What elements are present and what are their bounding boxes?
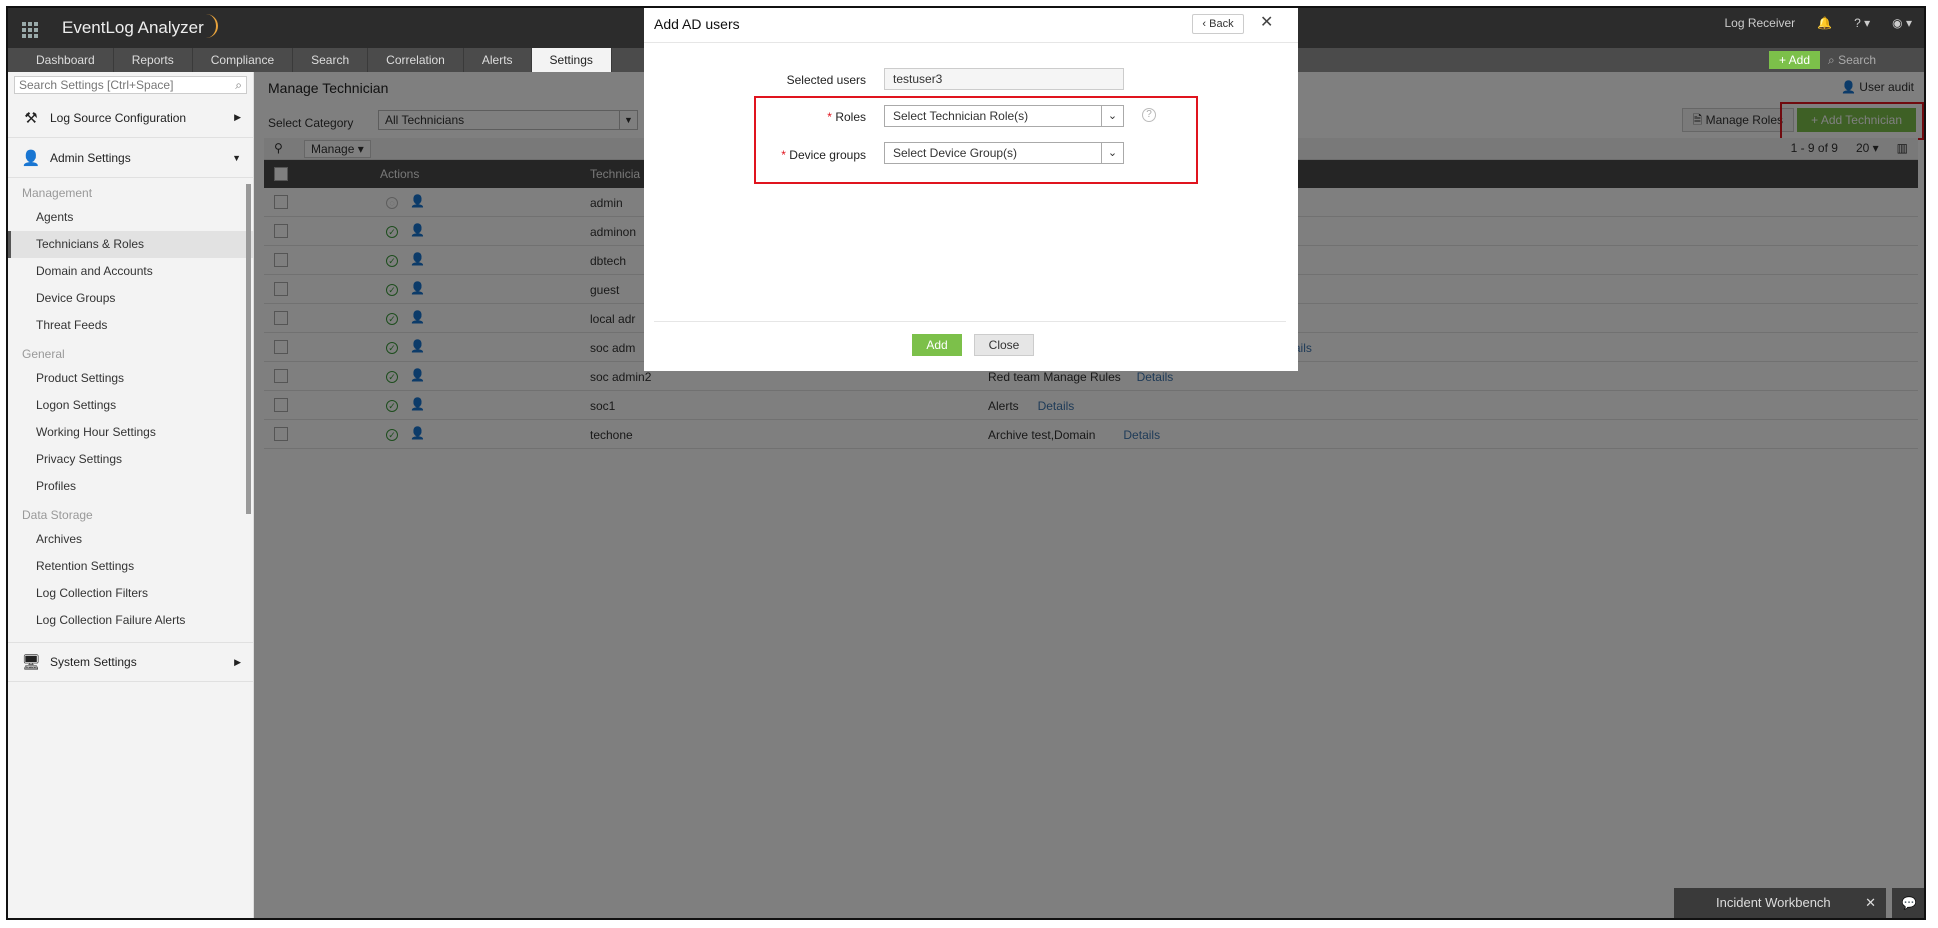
back-button[interactable]: ‹ Back bbox=[1192, 14, 1244, 34]
close-button[interactable]: Close bbox=[974, 334, 1034, 356]
logo-swoosh-icon bbox=[204, 14, 218, 38]
tools-icon: ⚒ bbox=[24, 109, 38, 127]
roles-label: * Roles bbox=[827, 110, 866, 124]
sidebar-item-archives[interactable]: Archives bbox=[8, 526, 253, 553]
settings-search-input[interactable]: Search Settings [Ctrl+Space] ⌕ bbox=[14, 76, 247, 94]
tab-correlation[interactable]: Correlation bbox=[368, 48, 464, 72]
close-icon[interactable]: ✕ bbox=[1865, 888, 1876, 918]
selected-users-label: Selected users bbox=[786, 73, 866, 87]
group-data-storage: Data Storage bbox=[22, 508, 93, 522]
nav-search-input[interactable]: ⌕ Search bbox=[1828, 51, 1912, 69]
sidebar-log-source[interactable]: ⚒ Log Source Configuration ▶ bbox=[8, 98, 253, 138]
tab-settings[interactable]: Settings bbox=[531, 48, 612, 72]
sidebar-item-privacy[interactable]: Privacy Settings bbox=[8, 446, 253, 473]
chevron-down-icon: ⌄ bbox=[1101, 106, 1123, 126]
sidebar-item-threat-feeds[interactable]: Threat Feeds bbox=[8, 312, 253, 339]
app-grid-icon[interactable] bbox=[22, 22, 38, 38]
roles-select[interactable]: Select Technician Role(s) ⌄ bbox=[884, 105, 1124, 127]
group-management: Management bbox=[22, 186, 93, 200]
sidebar-item-domain-accounts[interactable]: Domain and Accounts bbox=[8, 258, 253, 285]
nav-add-button[interactable]: + Add bbox=[1768, 51, 1820, 69]
sidebar-item-collection-filters[interactable]: Log Collection Filters bbox=[8, 580, 253, 607]
chevron-right-icon: ▶ bbox=[234, 112, 241, 122]
chevron-right-icon: ▶ bbox=[234, 656, 241, 667]
close-icon[interactable]: ✕ bbox=[1260, 12, 1273, 32]
search-icon: ⌕ bbox=[1828, 53, 1839, 67]
sidebar-item-profiles[interactable]: Profiles bbox=[8, 473, 253, 500]
incident-workbench-bar[interactable]: Incident Workbench ✕ bbox=[1674, 888, 1886, 918]
dialog-title: Add AD users bbox=[654, 16, 740, 32]
sidebar-item-working-hour[interactable]: Working Hour Settings bbox=[8, 419, 253, 446]
computer-settings-icon: 🖥 bbox=[21, 654, 41, 671]
account-menu[interactable]: ◉ ▾ bbox=[1892, 16, 1912, 30]
sidebar-item-logon-settings[interactable]: Logon Settings bbox=[8, 392, 253, 419]
chat-icon[interactable]: 💬 bbox=[1892, 888, 1924, 918]
group-general: General bbox=[22, 347, 65, 361]
help-menu[interactable]: ? ▾ bbox=[1854, 16, 1870, 30]
dialog-footer-divider bbox=[654, 321, 1286, 322]
top-right-menu: Log Receiver 🔔 ? ▾ ◉ ▾ bbox=[1724, 16, 1912, 30]
add-button[interactable]: Add bbox=[912, 334, 962, 356]
sidebar-admin-settings[interactable]: 👤 Admin Settings ▼ bbox=[8, 138, 253, 178]
sidebar-item-technicians-roles[interactable]: Technicians & Roles bbox=[8, 231, 253, 258]
tab-alerts[interactable]: Alerts bbox=[464, 48, 532, 72]
tab-dashboard[interactable]: Dashboard bbox=[18, 48, 114, 72]
device-groups-select[interactable]: Select Device Group(s) ⌄ bbox=[884, 142, 1124, 164]
dialog-header-divider bbox=[644, 42, 1298, 43]
help-icon[interactable]: ? bbox=[1142, 108, 1156, 122]
tab-compliance[interactable]: Compliance bbox=[193, 48, 294, 72]
user-settings-icon: 👤 bbox=[21, 149, 41, 167]
sidebar-system-settings[interactable]: 🖥 System Settings ▶ bbox=[8, 642, 253, 682]
sidebar-item-device-groups[interactable]: Device Groups bbox=[8, 285, 253, 312]
device-groups-label: * Device groups bbox=[781, 148, 866, 162]
app-logo: EventLog Analyzer bbox=[62, 18, 204, 37]
chevron-down-icon: ⌄ bbox=[1101, 143, 1123, 163]
bell-icon[interactable]: 🔔 bbox=[1817, 16, 1832, 30]
search-icon[interactable]: ⌕ bbox=[235, 77, 242, 93]
sidebar-item-retention[interactable]: Retention Settings bbox=[8, 553, 253, 580]
tab-reports[interactable]: Reports bbox=[114, 48, 193, 72]
tab-search[interactable]: Search bbox=[293, 48, 369, 72]
sidebar-item-collection-failure-alerts[interactable]: Log Collection Failure Alerts bbox=[8, 607, 253, 634]
sidebar-item-agents[interactable]: Agents bbox=[8, 204, 253, 231]
app-window: EventLog Analyzer Log Receiver 🔔 ? ▾ ◉ ▾… bbox=[6, 6, 1926, 920]
settings-sidebar: Search Settings [Ctrl+Space] ⌕ ⚒ Log Sou… bbox=[8, 72, 254, 918]
chevron-down-icon: ▼ bbox=[232, 152, 241, 163]
sidebar-item-product-settings[interactable]: Product Settings bbox=[8, 365, 253, 392]
selected-users-field[interactable]: testuser3 bbox=[884, 68, 1124, 90]
add-ad-users-dialog: Add AD users ‹ Back ✕ Selected users tes… bbox=[644, 8, 1298, 371]
sidebar-scrollbar[interactable] bbox=[246, 184, 251, 514]
log-receiver-link[interactable]: Log Receiver bbox=[1724, 16, 1795, 30]
